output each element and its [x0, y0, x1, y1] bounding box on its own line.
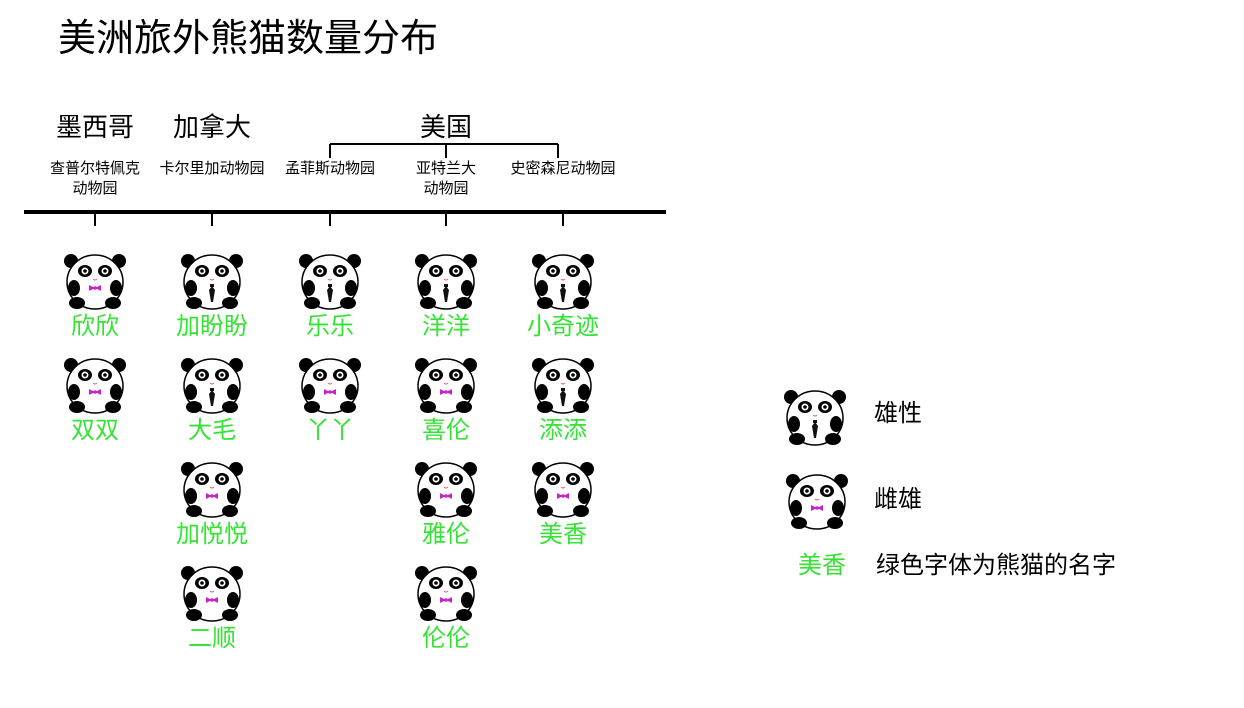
female-panda-icon — [411, 354, 481, 416]
panda-name: 二顺 — [188, 624, 236, 652]
panda-name: 加悦悦 — [176, 520, 248, 548]
panda-name: 雅伦 — [422, 520, 470, 548]
legend-female-panda-icon — [782, 470, 852, 532]
panda-name: 美香 — [539, 520, 587, 548]
zoo-label-atlanta: 亚特兰大 动物园 — [415, 159, 477, 197]
zoo-label-smithsonian: 史密森尼动物园 — [510, 159, 616, 177]
country-label-mexico: 墨西哥 — [55, 113, 135, 143]
female-panda-icon — [60, 250, 130, 312]
panda-name: 洋洋 — [422, 312, 470, 340]
male-panda-icon — [528, 250, 598, 312]
panda-name: 伦伦 — [422, 624, 470, 652]
female-panda-icon — [295, 354, 365, 416]
male-panda-icon — [177, 354, 247, 416]
panda-name: 双双 — [71, 416, 119, 444]
panda-name: 乐乐 — [306, 312, 354, 340]
zoo-label-calgary: 卡尔里加动物园 — [159, 159, 265, 177]
panda-name: 小奇迹 — [527, 312, 599, 340]
legend-name-note: 绿色字体为熊猫的名字 — [876, 551, 1116, 579]
country-label-canada: 加拿大 — [172, 113, 252, 143]
female-panda-icon — [411, 562, 481, 624]
zoo-label-memphis: 孟菲斯动物园 — [284, 159, 376, 177]
zoo-label-chapultepec: 查普尔特佩克 动物园 — [49, 159, 141, 197]
legend-male-panda-icon — [780, 386, 850, 448]
panda-name: 喜伦 — [422, 416, 470, 444]
legend-female-label: 雌雄 — [874, 485, 922, 513]
male-panda-icon — [411, 250, 481, 312]
female-panda-icon — [411, 458, 481, 520]
female-panda-icon — [177, 458, 247, 520]
male-panda-icon — [177, 250, 247, 312]
country-label-usa: 美国 — [419, 113, 473, 143]
legend-male-label: 雄性 — [874, 399, 922, 427]
legend-sample-name: 美香 — [798, 551, 846, 579]
male-panda-icon — [528, 354, 598, 416]
panda-name: 添添 — [539, 416, 587, 444]
panda-name: 加盼盼 — [176, 312, 248, 340]
female-panda-icon — [528, 458, 598, 520]
panda-name: 欣欣 — [71, 312, 119, 340]
male-panda-icon — [295, 250, 365, 312]
female-panda-icon — [177, 562, 247, 624]
panda-name: 大毛 — [188, 416, 236, 444]
panda-name: 丫丫 — [306, 416, 354, 444]
female-panda-icon — [60, 354, 130, 416]
